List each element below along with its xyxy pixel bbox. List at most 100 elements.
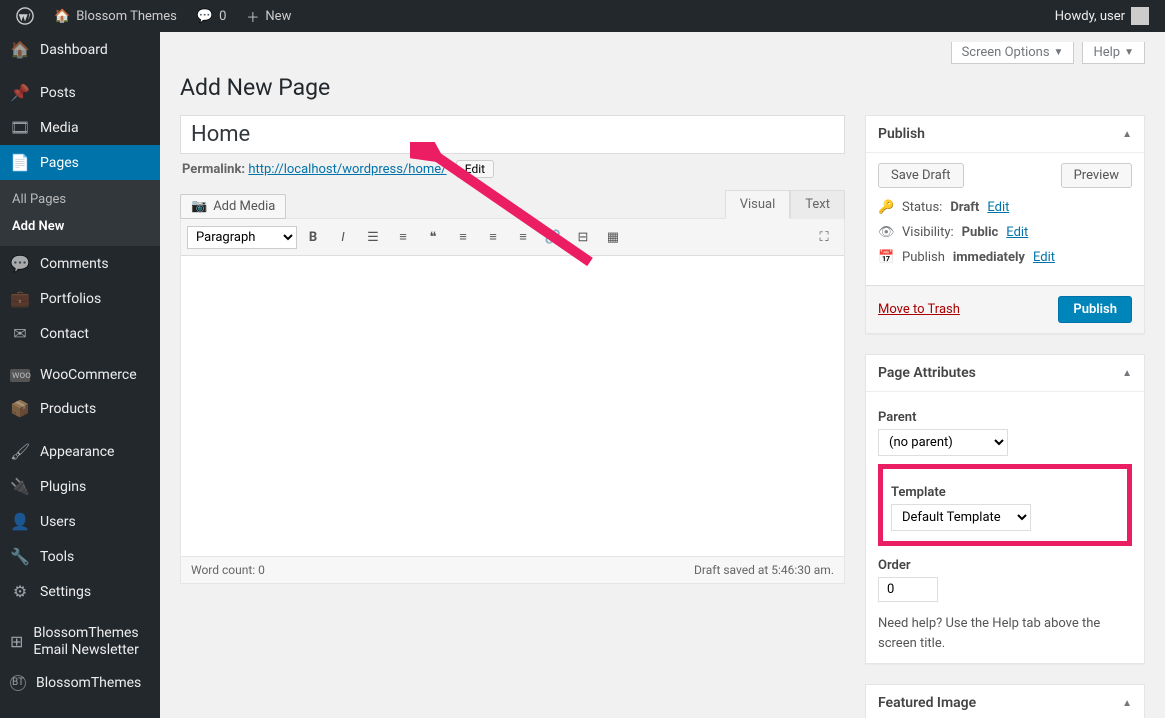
sidebar-item-appearance[interactable]: 🖌Appearance xyxy=(0,434,160,469)
tab-text[interactable]: Text xyxy=(790,190,845,219)
sidebar-item-pages[interactable]: 📄Pages xyxy=(0,145,160,180)
move-to-trash-link[interactable]: Move to Trash xyxy=(878,302,960,317)
publish-button[interactable]: Publish xyxy=(1058,296,1132,323)
comments-link[interactable]: 💬0 xyxy=(189,0,235,32)
screen-options-button[interactable]: Screen Options▼ xyxy=(951,42,1075,64)
editor: Paragraph B I ☰ ≡ ❝ ≡ ≡ ≡ 🔗 ⊟ ▦ xyxy=(180,218,845,584)
collapse-icon: ▲ xyxy=(1122,698,1132,709)
blockquote-button[interactable]: ❝ xyxy=(419,223,447,251)
page-attributes-metabox: Page Attributes▲ Parent (no parent) Temp… xyxy=(865,354,1145,664)
permalink-edit-button[interactable]: Edit xyxy=(456,160,494,178)
sidebar-item-settings[interactable]: ⚙Settings xyxy=(0,574,160,609)
sidebar-sub-add-new[interactable]: Add New xyxy=(0,213,160,240)
chevron-down-icon: ▼ xyxy=(1124,47,1134,58)
account-menu[interactable]: Howdy, user xyxy=(1047,7,1157,25)
order-label: Order xyxy=(878,558,1132,573)
save-draft-button[interactable]: Save Draft xyxy=(878,163,964,188)
sidebar-item-users[interactable]: 👤Users xyxy=(0,504,160,539)
pin-icon: 📌 xyxy=(10,83,30,102)
bold-button[interactable]: B xyxy=(299,223,327,251)
appearance-icon: 🖌 xyxy=(10,442,30,461)
autosave-status: Draft saved at 5:46:30 am. xyxy=(694,563,834,577)
portfolio-icon: 💼 xyxy=(10,289,30,308)
parent-label: Parent xyxy=(878,410,1132,425)
content-area: Screen Options▼ Help▼ Add New Page Perma… xyxy=(160,32,1165,718)
wp-logo[interactable] xyxy=(8,0,42,32)
admin-bar: 🏠Blossom Themes 💬0 ＋New Howdy, user xyxy=(0,0,1165,32)
sidebar-item-portfolios[interactable]: 💼Portfolios xyxy=(0,281,160,316)
tools-icon: 🔧 xyxy=(10,547,30,566)
numbered-list-button[interactable]: ≡ xyxy=(389,223,417,251)
order-input[interactable] xyxy=(878,577,938,602)
edit-visibility-link[interactable]: Edit xyxy=(1006,225,1028,240)
page-icon: 📄 xyxy=(10,153,30,172)
bt-icon: BT xyxy=(10,675,26,691)
new-link[interactable]: ＋New xyxy=(238,0,299,32)
permalink-link[interactable]: http://localhost/wordpress/home/ xyxy=(248,162,446,177)
settings-icon: ⚙ xyxy=(10,582,30,601)
eye-icon: 👁 xyxy=(878,225,894,240)
link-button[interactable]: 🔗 xyxy=(539,223,567,251)
help-button[interactable]: Help▼ xyxy=(1082,42,1145,64)
comment-icon: 💬 xyxy=(10,254,30,273)
parent-select[interactable]: (no parent) xyxy=(878,429,1008,456)
camera-icon: 📷 xyxy=(191,199,207,214)
sidebar-item-comments[interactable]: 💬Comments xyxy=(0,246,160,281)
calendar-icon: 📅 xyxy=(878,250,894,265)
woo-icon: woo xyxy=(10,369,30,382)
template-label: Template xyxy=(891,485,1119,500)
edit-schedule-link[interactable]: Edit xyxy=(1033,250,1055,265)
sidebar-item-blossomthemes[interactable]: BTBlossomThemes xyxy=(0,667,160,699)
featured-image-metabox: Featured Image▲ xyxy=(865,684,1145,718)
site-link[interactable]: 🏠Blossom Themes xyxy=(46,0,185,32)
sidebar-item-woocommerce[interactable]: wooWooCommerce xyxy=(0,359,160,391)
editor-toolbar: Paragraph B I ☰ ≡ ❝ ≡ ≡ ≡ 🔗 ⊟ ▦ xyxy=(181,219,844,256)
italic-button[interactable]: I xyxy=(329,223,357,251)
contact-icon: ✉ xyxy=(10,324,30,343)
format-select[interactable]: Paragraph xyxy=(187,226,297,249)
publish-heading[interactable]: Publish▲ xyxy=(866,116,1144,153)
media-icon: 🎞 xyxy=(10,118,30,137)
sidebar-item-contact[interactable]: ✉Contact xyxy=(0,316,160,351)
tab-visual[interactable]: Visual xyxy=(725,190,791,219)
preview-button[interactable]: Preview xyxy=(1061,163,1132,188)
readmore-button[interactable]: ⊟ xyxy=(569,223,597,251)
editor-content[interactable] xyxy=(181,256,844,556)
add-media-button[interactable]: 📷Add Media xyxy=(180,194,286,219)
sidebar-item-media[interactable]: 🎞Media xyxy=(0,110,160,145)
admin-sidebar: 🏠Dashboard 📌Posts 🎞Media 📄Pages All Page… xyxy=(0,32,160,718)
title-input[interactable] xyxy=(180,115,845,154)
edit-status-link[interactable]: Edit xyxy=(987,200,1009,215)
attributes-heading[interactable]: Page Attributes▲ xyxy=(866,355,1144,392)
sidebar-item-newsletter[interactable]: ⊞BlossomThemes Email Newsletter xyxy=(0,617,160,667)
collapse-icon: ▲ xyxy=(1122,368,1132,379)
featured-heading[interactable]: Featured Image▲ xyxy=(866,685,1144,718)
sidebar-item-dashboard[interactable]: 🏠Dashboard xyxy=(0,32,160,67)
template-select[interactable]: Default Template xyxy=(891,504,1031,531)
align-right-button[interactable]: ≡ xyxy=(509,223,537,251)
plugin-icon: 🔌 xyxy=(10,477,30,496)
attributes-help: Need help? Use the Help tab above the sc… xyxy=(878,614,1132,653)
publish-metabox: Publish▲ Save Draft Preview 🔑Status: Dra… xyxy=(865,115,1145,334)
sidebar-item-products[interactable]: 📦Products xyxy=(0,391,160,426)
page-title: Add New Page xyxy=(180,74,1145,101)
toolbar-toggle-button[interactable]: ▦ xyxy=(599,223,627,251)
permalink-row: Permalink: http://localhost/wordpress/ho… xyxy=(182,160,843,178)
template-highlight: Template Default Template xyxy=(878,464,1132,546)
sidebar-item-plugins[interactable]: 🔌Plugins xyxy=(0,469,160,504)
sidebar-item-posts[interactable]: 📌Posts xyxy=(0,75,160,110)
key-icon: 🔑 xyxy=(878,200,894,215)
chevron-down-icon: ▼ xyxy=(1054,47,1064,58)
dashboard-icon: 🏠 xyxy=(10,40,30,59)
sidebar-item-tools[interactable]: 🔧Tools xyxy=(0,539,160,574)
bullet-list-button[interactable]: ☰ xyxy=(359,223,387,251)
align-left-button[interactable]: ≡ xyxy=(449,223,477,251)
collapse-icon: ▲ xyxy=(1122,129,1132,140)
newsletter-icon: ⊞ xyxy=(10,632,23,651)
product-icon: 📦 xyxy=(10,399,30,418)
align-center-button[interactable]: ≡ xyxy=(479,223,507,251)
users-icon: 👤 xyxy=(10,512,30,531)
word-count: Word count: 0 xyxy=(191,563,265,577)
fullscreen-button[interactable]: ⛶ xyxy=(810,223,838,251)
sidebar-sub-all-pages[interactable]: All Pages xyxy=(0,186,160,213)
